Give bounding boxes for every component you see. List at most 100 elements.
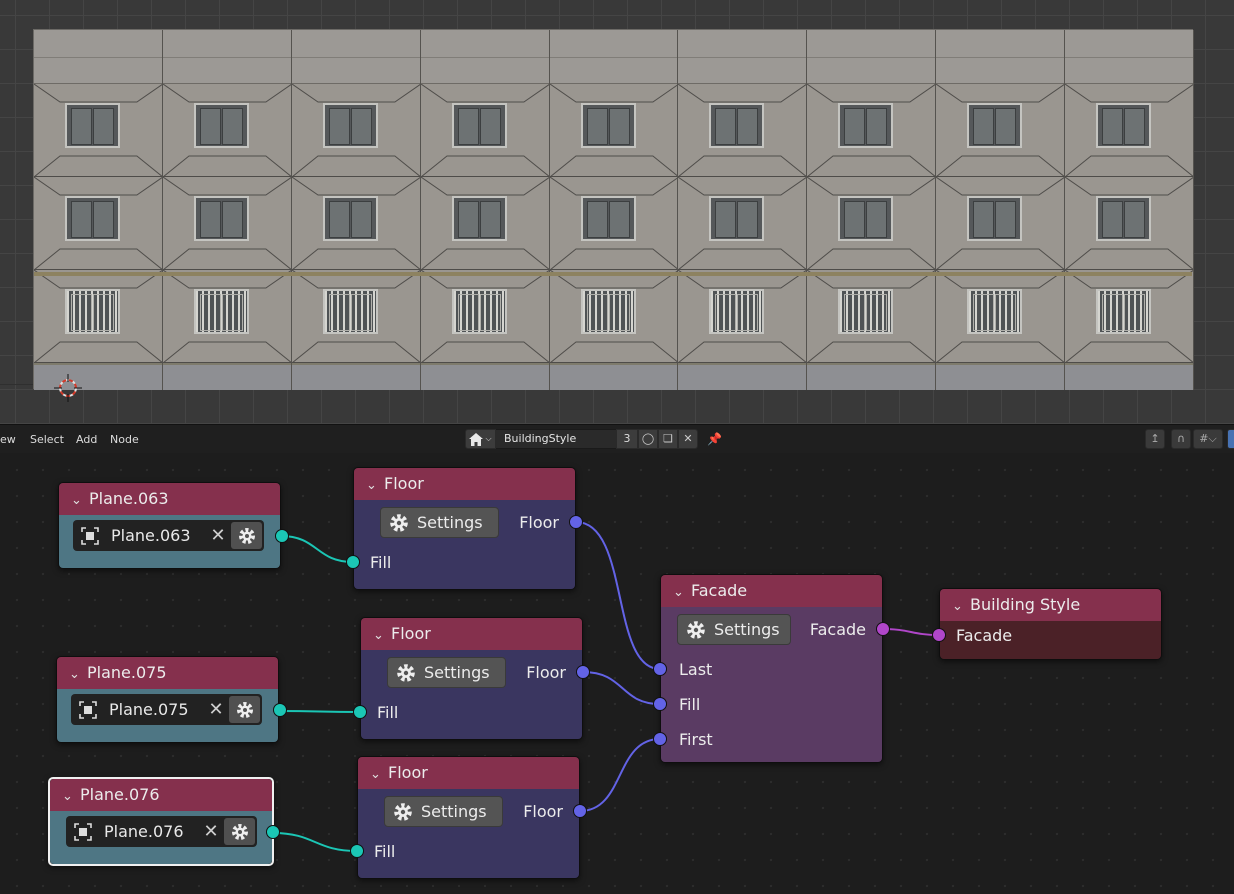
duplicate-icon[interactable]: ❏ — [658, 429, 678, 449]
floor-output-label: Floor — [519, 513, 559, 532]
floor-output-socket[interactable] — [569, 515, 583, 529]
tree-type-dropdown[interactable]: ⌵ — [465, 429, 496, 449]
object-field[interactable]: Plane.063 ✕ — [73, 520, 264, 551]
node-floor-2[interactable]: ⌄ Floor Settings Floor Fill — [353, 617, 590, 740]
pin-icon[interactable]: 📌 — [707, 432, 722, 446]
chevron-down-icon[interactable]: ⌄ — [373, 620, 391, 652]
facade-panel — [936, 270, 1065, 363]
facade-window — [193, 103, 249, 148]
facade-cornice — [420, 30, 549, 84]
node-header[interactable]: ⌄ Plane.063 — [59, 483, 280, 515]
gear-icon — [381, 512, 417, 534]
node-editor-canvas[interactable]: ⌄ Plane.063 Plane.063 ✕ ⌄ Plane.075 Plane.… — [0, 453, 1234, 894]
gear-icon[interactable] — [229, 696, 260, 723]
chevron-down-icon[interactable]: ⌄ — [370, 759, 388, 791]
3d-viewport[interactable] — [0, 0, 1234, 424]
settings-button[interactable]: Settings — [384, 796, 503, 827]
facade-panel — [936, 84, 1065, 177]
node-plane-076[interactable]: ⌄ Plane.076 Plane.076 ✕ — [48, 777, 280, 866]
fill-input-socket[interactable] — [346, 555, 360, 569]
chevron-down-icon[interactable]: ⌄ — [673, 577, 691, 609]
fill-input-socket[interactable] — [350, 844, 364, 858]
fake-user-shield-icon[interactable]: ◯ — [638, 429, 658, 449]
facade-input-label: Facade — [956, 626, 1013, 645]
tree-name-field[interactable]: BuildingStyle — [496, 429, 616, 449]
facade-ground-row — [936, 363, 1065, 390]
node-facade[interactable]: ⌄ Facade Settings Facade Last Fill First — [653, 574, 890, 763]
menu-select[interactable]: Select — [30, 433, 64, 446]
chevron-down-icon[interactable]: ⌄ — [62, 781, 80, 813]
facade-output-socket[interactable] — [876, 622, 890, 636]
chevron-down-icon[interactable]: ⌄ — [71, 485, 89, 517]
fill-input-socket[interactable] — [353, 705, 367, 719]
3d-cursor-icon[interactable] — [54, 374, 82, 402]
node-header[interactable]: ⌄ Plane.076 — [50, 779, 272, 811]
object-output-socket[interactable] — [275, 529, 289, 543]
object-name: Plane.063 — [111, 526, 191, 545]
node-header[interactable]: ⌄ Floor — [361, 618, 582, 650]
clear-x-icon[interactable]: ✕ — [203, 699, 229, 720]
object-output-socket[interactable] — [273, 703, 287, 717]
snap-magnet-icon[interactable]: ∩ — [1171, 429, 1191, 449]
floor-output-socket[interactable] — [576, 665, 590, 679]
node-building-style[interactable]: ⌄ Building Style Facade — [932, 588, 1162, 660]
facade-module — [807, 30, 937, 390]
fill-input-socket[interactable] — [653, 697, 667, 711]
settings-button[interactable]: Settings — [387, 657, 506, 688]
menu-add[interactable]: Add — [76, 433, 97, 446]
facade-window — [65, 103, 120, 148]
chevron-down-icon[interactable]: ⌄ — [952, 591, 970, 623]
gear-icon[interactable] — [231, 522, 262, 549]
parent-arrow-icon[interactable]: ↥ — [1145, 429, 1165, 449]
node-plane-075[interactable]: ⌄ Plane.075 Plane.075 ✕ — [56, 656, 287, 743]
facade-input-socket[interactable] — [932, 628, 946, 642]
overlay-toggle-icon[interactable] — [1227, 429, 1234, 449]
last-input-socket[interactable] — [653, 662, 667, 676]
clear-x-icon[interactable]: ✕ — [205, 525, 231, 546]
snap-grid-dropdown-icon[interactable]: #⌵ — [1193, 429, 1223, 449]
node-plane-063[interactable]: ⌄ Plane.063 Plane.063 ✕ — [58, 482, 289, 569]
link-facade-buildingstyle — [882, 628, 940, 636]
object-output-socket[interactable] — [266, 825, 280, 839]
floor-output-label: Floor — [523, 802, 563, 821]
node-header[interactable]: ⌄ Floor — [354, 468, 575, 500]
gear-icon — [678, 619, 714, 641]
settings-button[interactable]: Settings — [677, 614, 791, 645]
facade-panel — [1065, 270, 1193, 363]
object-field[interactable]: Plane.076 ✕ — [66, 816, 257, 847]
barred-window — [65, 289, 120, 334]
node-header[interactable]: ⌄ Facade — [661, 575, 882, 607]
node-header[interactable]: ⌄ Plane.075 — [57, 657, 278, 689]
settings-button[interactable]: Settings — [380, 507, 499, 538]
facade-ground-row — [549, 363, 678, 390]
clear-x-icon[interactable]: ✕ — [198, 821, 224, 842]
node-header[interactable]: ⌄ Floor — [358, 757, 579, 789]
chevron-down-icon[interactable]: ⌄ — [366, 470, 384, 502]
facade-ground-row — [1065, 363, 1193, 390]
facade-window — [1096, 103, 1152, 148]
facade-window — [580, 196, 636, 241]
node-header[interactable]: ⌄ Building Style — [940, 589, 1161, 621]
facade-panel — [1065, 177, 1193, 270]
chevron-down-icon[interactable]: ⌄ — [69, 659, 87, 691]
tree-users-count[interactable]: 3 — [616, 429, 638, 449]
facade-panel — [420, 270, 549, 363]
menu-view[interactable]: ew — [0, 433, 16, 446]
object-field[interactable]: Plane.075 ✕ — [71, 694, 262, 725]
node-floor-1[interactable]: ⌄ Floor Settings Floor Fill — [346, 467, 583, 590]
first-input-socket[interactable] — [653, 732, 667, 746]
node-title: Plane.063 — [89, 489, 169, 508]
facade-stripe — [34, 272, 1192, 276]
node-tree-selector: ⌵ BuildingStyle 3 ◯ ❏ ✕ — [465, 429, 701, 449]
last-input-label: Last — [679, 660, 713, 679]
node-floor-3[interactable]: ⌄ Floor Settings Floor Fill — [350, 756, 587, 879]
facade-ground-row — [291, 363, 420, 390]
facade-module — [678, 30, 808, 390]
gear-icon[interactable] — [224, 818, 255, 845]
facade-cornice — [807, 30, 936, 84]
menu-node[interactable]: Node — [110, 433, 139, 446]
facade-window — [580, 103, 636, 148]
floor-output-socket[interactable] — [573, 804, 587, 818]
facade-panel — [162, 84, 291, 177]
unlink-close-icon[interactable]: ✕ — [678, 429, 698, 449]
